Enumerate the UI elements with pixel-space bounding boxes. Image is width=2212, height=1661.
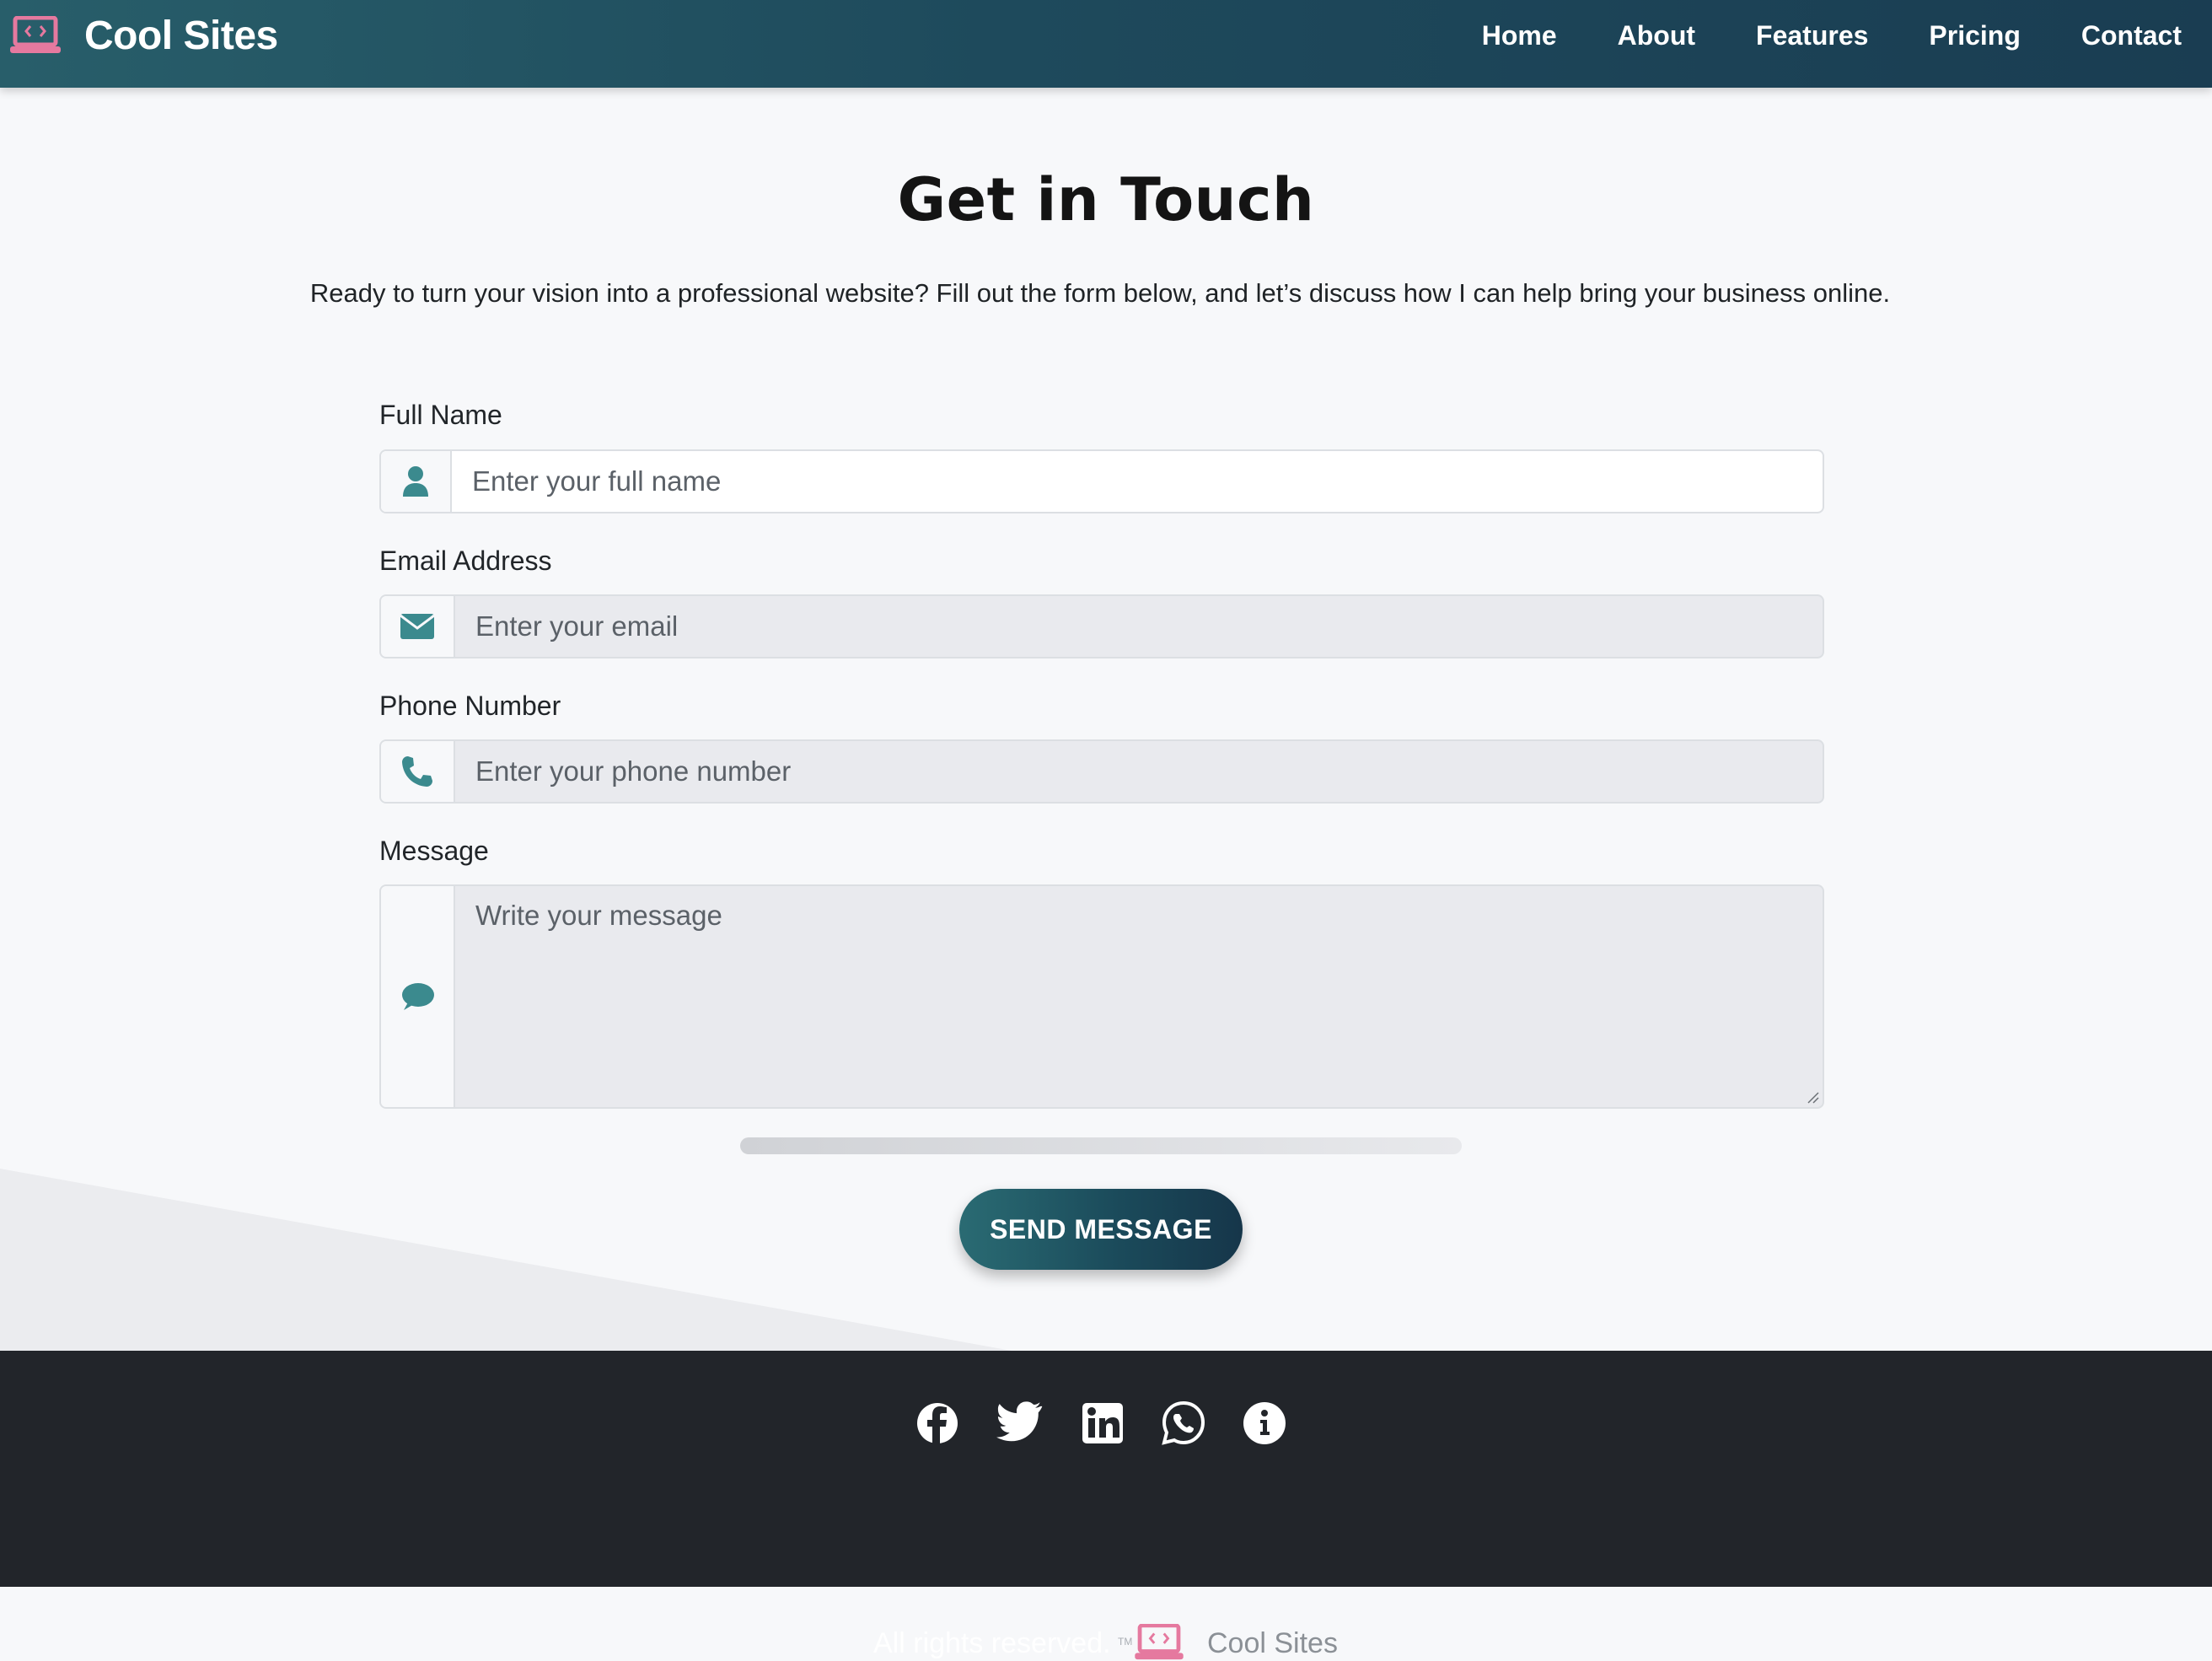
email-input[interactable] — [455, 596, 1823, 657]
phone-group — [379, 739, 1824, 804]
page-subtitle: Ready to turn your vision into a profess… — [309, 278, 1891, 308]
nav-contact[interactable]: Contact — [2081, 20, 2182, 51]
phone-addon — [381, 741, 455, 802]
linkedin-icon[interactable] — [1077, 1398, 1128, 1449]
laptop-code-icon — [10, 16, 61, 53]
send-message-button[interactable]: SEND MESSAGE — [959, 1189, 1243, 1270]
footer-brand-link[interactable]: Cool Sites — [1207, 1627, 1338, 1660]
full-name-group — [379, 449, 1824, 513]
nav-home[interactable]: Home — [1482, 20, 1557, 51]
message-addon — [381, 886, 455, 1107]
message-group — [379, 884, 1824, 1109]
full-name-label: Full Name — [379, 400, 502, 430]
phone-input[interactable] — [455, 741, 1823, 802]
form-progress-bar — [740, 1137, 1462, 1154]
message-textarea[interactable] — [455, 886, 1823, 1107]
full-name-addon — [381, 451, 452, 512]
resize-handle-icon[interactable] — [1806, 1090, 1819, 1104]
footer: All rights reserved. TM Cool Sites — [0, 1351, 2212, 1660]
nav-features[interactable]: Features — [1756, 20, 1868, 51]
user-icon — [403, 466, 428, 497]
whatsapp-icon[interactable] — [1158, 1398, 1209, 1449]
nav-pricing[interactable]: Pricing — [1929, 20, 2020, 51]
brand-name: Cool Sites — [84, 13, 278, 58]
comment-icon — [402, 983, 434, 1010]
brand[interactable]: Cool Sites — [10, 0, 278, 71]
phone-label: Phone Number — [379, 691, 561, 721]
laptop-code-icon — [1135, 1624, 1184, 1660]
email-label: Email Address — [379, 546, 552, 576]
main-nav: Home About Features Pricing Contact — [1421, 0, 2182, 71]
message-label: Message — [379, 836, 489, 866]
trademark-symbol: TM — [1118, 1636, 1133, 1648]
nav-about[interactable]: About — [1618, 20, 1695, 51]
full-name-input[interactable] — [452, 451, 1823, 512]
rights-text: All rights reserved. — [873, 1627, 1111, 1659]
footer-copyright: All rights reserved. TM Cool Sites — [0, 1486, 2212, 1660]
navbar: Cool Sites Home About Features Pricing C… — [0, 0, 2212, 88]
envelope-icon — [400, 614, 434, 639]
twitter-icon[interactable] — [995, 1398, 1045, 1449]
email-group — [379, 594, 1824, 658]
page-title: Get in Touch — [897, 165, 1315, 234]
info-icon[interactable] — [1239, 1398, 1290, 1449]
phone-icon — [402, 756, 432, 787]
email-addon — [381, 596, 455, 657]
facebook-icon[interactable] — [912, 1398, 963, 1449]
social-links — [0, 1398, 2212, 1452]
